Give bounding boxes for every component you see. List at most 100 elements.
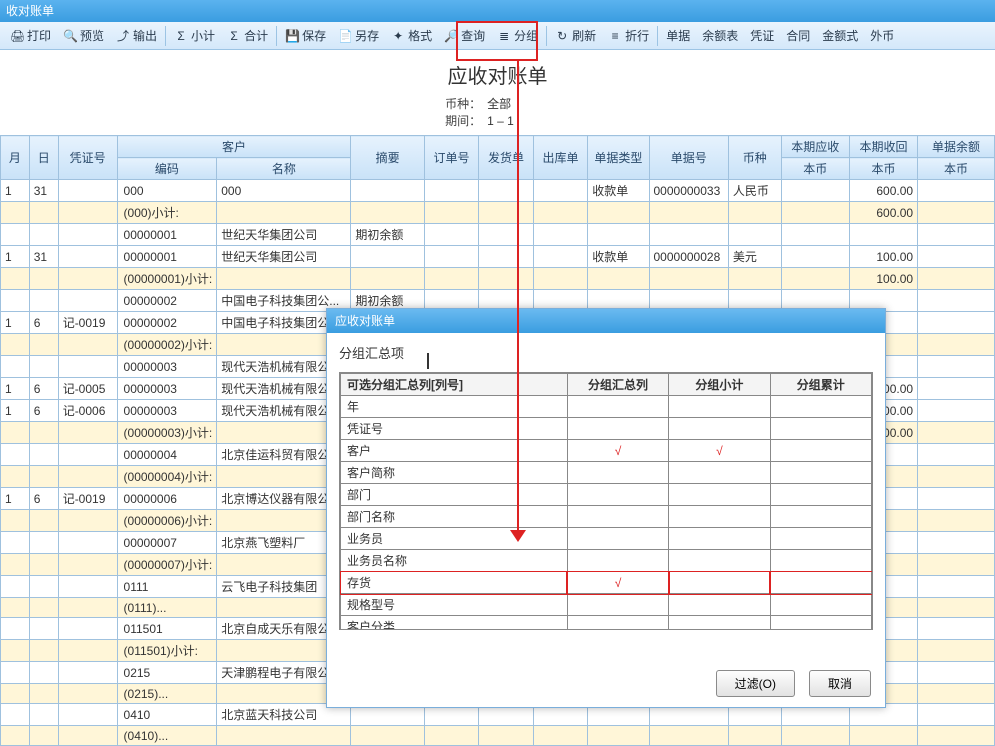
cell[interactable]: 100.00 xyxy=(849,246,917,268)
cell[interactable]: 00000007 xyxy=(117,532,217,554)
dialog-cell[interactable] xyxy=(770,462,871,484)
cell[interactable]: 0410 xyxy=(117,704,217,726)
dialog-cell[interactable] xyxy=(567,594,668,616)
cancel-button[interactable]: 取消 xyxy=(809,670,871,697)
col-currency[interactable]: 币种 xyxy=(728,136,781,180)
cell[interactable]: (00000004)小计: xyxy=(117,466,217,488)
cell[interactable] xyxy=(918,554,995,576)
cell[interactable]: 世纪天华集团公司 xyxy=(217,224,351,246)
cell[interactable] xyxy=(781,202,849,224)
cell[interactable] xyxy=(29,554,58,576)
cell[interactable] xyxy=(58,726,117,746)
cell[interactable]: 期初余额 xyxy=(351,224,424,246)
table-row[interactable]: 131000000收款单0000000033人民币600.00 xyxy=(1,180,995,202)
cell[interactable]: 00000003 xyxy=(117,400,217,422)
cell[interactable] xyxy=(918,400,995,422)
dialog-cell[interactable]: √ xyxy=(669,440,770,462)
cell[interactable] xyxy=(58,180,117,202)
toolbar-保存[interactable]: 💾保存 xyxy=(279,24,332,48)
col-outbound[interactable]: 出库单 xyxy=(533,136,587,180)
toolbar-格式[interactable]: ✦格式 xyxy=(385,24,438,48)
dialog-row[interactable]: 客户分类 xyxy=(341,616,872,631)
cell[interactable] xyxy=(29,532,58,554)
cell[interactable] xyxy=(29,576,58,598)
cell[interactable] xyxy=(351,246,424,268)
cell[interactable] xyxy=(849,726,917,746)
col-recvd[interactable]: 本期收回 xyxy=(849,136,917,158)
cell[interactable] xyxy=(424,726,478,746)
dialog-cell[interactable] xyxy=(669,572,770,594)
cell[interactable] xyxy=(1,576,30,598)
cell[interactable] xyxy=(58,246,117,268)
dialog-cell[interactable] xyxy=(567,418,668,440)
col-name[interactable]: 名称 xyxy=(217,158,351,180)
cell[interactable] xyxy=(29,662,58,684)
dialog-cell[interactable] xyxy=(770,484,871,506)
cell[interactable] xyxy=(849,224,917,246)
cell[interactable] xyxy=(1,554,30,576)
cell[interactable] xyxy=(58,510,117,532)
col-voucher[interactable]: 凭证号 xyxy=(58,136,117,180)
table-row[interactable]: 00000001世纪天华集团公司期初余额 xyxy=(1,224,995,246)
cell[interactable] xyxy=(1,640,30,662)
cell[interactable] xyxy=(29,466,58,488)
cell[interactable] xyxy=(351,726,424,746)
cell[interactable]: 记-0019 xyxy=(58,488,117,510)
dialog-cell[interactable] xyxy=(770,506,871,528)
cell[interactable]: (0215)... xyxy=(117,684,217,704)
dialog-cell[interactable] xyxy=(669,616,770,631)
cell[interactable] xyxy=(918,488,995,510)
toolbar-凭证[interactable]: 凭证 xyxy=(744,24,780,48)
dialog-row[interactable]: 凭证号 xyxy=(341,418,872,440)
dialog-cell[interactable]: 年 xyxy=(341,396,568,418)
cell[interactable] xyxy=(29,704,58,726)
cell[interactable]: 011501 xyxy=(117,618,217,640)
table-row[interactable]: (00000001)小计:100.00 xyxy=(1,268,995,290)
cell[interactable]: 1 xyxy=(1,312,30,334)
dlg-col1[interactable]: 可选分组汇总列[列号] xyxy=(341,374,568,396)
dialog-cell[interactable] xyxy=(770,594,871,616)
cell[interactable] xyxy=(29,334,58,356)
cell[interactable] xyxy=(29,726,58,746)
cell[interactable] xyxy=(479,180,533,202)
cell[interactable] xyxy=(29,640,58,662)
cell[interactable] xyxy=(29,268,58,290)
dialog-row[interactable]: 业务员 xyxy=(341,528,872,550)
col-recv-local[interactable]: 本币 xyxy=(781,158,849,180)
dlg-col4[interactable]: 分组累计 xyxy=(770,374,871,396)
dialog-cell[interactable]: 客户 xyxy=(341,440,568,462)
toolbar-单据[interactable]: 单据 xyxy=(660,24,696,48)
cell[interactable] xyxy=(58,268,117,290)
cell[interactable]: 6 xyxy=(29,312,58,334)
dialog-cell[interactable] xyxy=(669,418,770,440)
cell[interactable] xyxy=(479,726,533,746)
cell[interactable]: 世纪天华集团公司 xyxy=(217,246,351,268)
toolbar-预览[interactable]: 🔍预览 xyxy=(57,24,110,48)
cell[interactable] xyxy=(588,224,649,246)
cell[interactable] xyxy=(29,202,58,224)
dialog-cell[interactable] xyxy=(669,506,770,528)
cell[interactable] xyxy=(58,290,117,312)
cell[interactable] xyxy=(918,224,995,246)
cell[interactable] xyxy=(1,598,30,618)
cell[interactable]: 600.00 xyxy=(849,202,917,224)
cell[interactable] xyxy=(29,618,58,640)
cell[interactable] xyxy=(781,224,849,246)
cell[interactable] xyxy=(58,662,117,684)
dialog-cell[interactable] xyxy=(567,528,668,550)
cell[interactable] xyxy=(781,268,849,290)
cell[interactable] xyxy=(1,422,30,444)
cell[interactable]: 00000001 xyxy=(117,246,217,268)
dlg-col2[interactable]: 分组汇总列 xyxy=(567,374,668,396)
dialog-cell[interactable]: 业务员 xyxy=(341,528,568,550)
cell[interactable]: (00000007)小计: xyxy=(117,554,217,576)
cell[interactable] xyxy=(918,334,995,356)
cell[interactable] xyxy=(918,268,995,290)
cell[interactable]: 00000004 xyxy=(117,444,217,466)
cell[interactable] xyxy=(424,180,478,202)
toolbar-余额表[interactable]: 余额表 xyxy=(696,24,744,48)
dialog-cell[interactable] xyxy=(567,396,668,418)
cell[interactable] xyxy=(58,356,117,378)
dialog-cell[interactable] xyxy=(669,396,770,418)
cell[interactable] xyxy=(424,246,478,268)
